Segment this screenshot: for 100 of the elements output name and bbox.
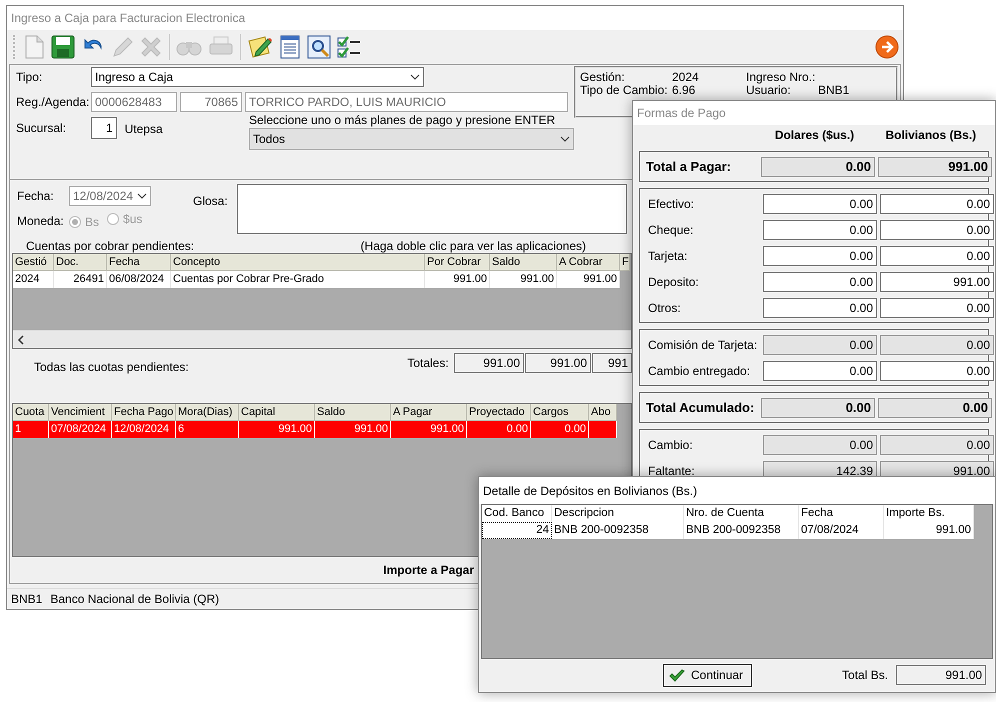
column-header[interactable]: Nro. de Cuenta bbox=[684, 505, 799, 522]
column-header[interactable]: Concepto bbox=[171, 254, 425, 271]
info-label: Ingreso Nro.: bbox=[746, 71, 816, 84]
column-header[interactable]: Doc. bbox=[54, 254, 107, 271]
totals-label: Totales: bbox=[407, 356, 450, 370]
checkmark-icon bbox=[669, 668, 685, 682]
column-header[interactable]: Vencimient bbox=[49, 404, 112, 421]
column-header[interactable]: Fecha Pago bbox=[112, 404, 176, 421]
amount-field[interactable]: 0.00 bbox=[763, 298, 877, 318]
column-header[interactable]: Gestió bbox=[13, 254, 54, 271]
field-label: Cambio: bbox=[647, 438, 694, 452]
table-cell: 991.00 bbox=[315, 421, 391, 438]
amount-field: 0.00 bbox=[761, 398, 875, 418]
amount-field[interactable]: 0.00 bbox=[763, 246, 877, 266]
info-value: 2024 bbox=[672, 70, 699, 84]
table-cell: 0.00 bbox=[531, 421, 589, 438]
chevron-down-icon[interactable] bbox=[410, 74, 420, 80]
field-label: Otros: bbox=[647, 300, 682, 314]
amount-field[interactable]: 0.00 bbox=[763, 360, 877, 380]
table-cell: 12/08/2024 bbox=[112, 421, 176, 438]
column-header[interactable]: Importe Bs. bbox=[884, 505, 974, 522]
amount-field[interactable]: 0.00 bbox=[880, 220, 994, 240]
amount-field: 0.00 bbox=[761, 156, 875, 176]
amount-field[interactable]: 0.00 bbox=[763, 220, 877, 240]
continue-button[interactable]: Continuar bbox=[663, 664, 752, 687]
table-cell: Cuentas por Cobrar Pre-Grado bbox=[171, 271, 425, 288]
column-header[interactable]: Abo bbox=[589, 404, 617, 421]
column-header[interactable]: Por Cobrar bbox=[425, 254, 490, 271]
column-header[interactable]: A Cobrar bbox=[557, 254, 620, 271]
table-cell: 1 bbox=[13, 421, 49, 438]
column-header[interactable]: F bbox=[620, 254, 630, 271]
info-value: BNB1 bbox=[818, 83, 850, 97]
table-cell: 991.00 bbox=[884, 522, 974, 539]
field-label: Tipo: bbox=[16, 70, 44, 84]
amount-field[interactable]: 0.00 bbox=[880, 360, 994, 380]
list-icon[interactable] bbox=[279, 35, 301, 59]
table-cell: 06/08/2024 bbox=[107, 271, 171, 288]
column-header[interactable]: Mora(Dias) bbox=[176, 404, 239, 421]
preview-icon[interactable] bbox=[307, 35, 331, 59]
column-header[interactable]: Capital bbox=[239, 404, 315, 421]
table-row[interactable]: 1 07/08/2024 12/08/2024 6 991.00 991.00 991.00 0.00 0.00 bbox=[13, 421, 617, 438]
column-header[interactable]: Saldo bbox=[490, 254, 557, 271]
field-label: Sucursal: bbox=[16, 120, 68, 135]
column-header[interactable]: Fecha bbox=[107, 254, 171, 271]
column-header[interactable]: Cargos bbox=[531, 404, 589, 421]
info-label: Gestión: bbox=[580, 71, 626, 84]
notes-field[interactable] bbox=[236, 184, 627, 234]
column-header[interactable]: Cod. Banco bbox=[482, 505, 552, 522]
status-text: BNB1 bbox=[11, 592, 42, 606]
field-label: Cheque: bbox=[647, 222, 694, 236]
input-field[interactable]: 1 bbox=[91, 117, 117, 139]
amount-field[interactable]: 0.00 bbox=[880, 194, 994, 214]
info-label: Usuario: bbox=[746, 84, 792, 97]
amount-field[interactable]: 991.00 bbox=[880, 272, 994, 292]
column-header[interactable]: Descripcion bbox=[552, 505, 684, 522]
hint-text: (Haga doble clic para ver las aplicaciones) bbox=[360, 239, 586, 253]
column-header[interactable]: Saldo bbox=[315, 404, 391, 421]
field-label: Efectivo: bbox=[647, 196, 696, 210]
amount-field[interactable]: 0.00 bbox=[880, 298, 994, 318]
total-field: 991.00 bbox=[454, 353, 524, 373]
table-cell: 24 bbox=[482, 522, 552, 539]
checklist-icon[interactable] bbox=[337, 35, 361, 59]
table-cell: BNB 200-0092358 bbox=[552, 522, 684, 539]
input-field[interactable]: 0000628483 bbox=[91, 92, 177, 112]
status-text: Banco Nacional de Bolivia (QR) bbox=[50, 592, 220, 606]
amount-field: 0.00 bbox=[880, 434, 994, 454]
arrow-right-icon[interactable] bbox=[875, 35, 899, 59]
type-dropdown[interactable]: Ingreso a Caja bbox=[91, 67, 424, 87]
info-label: Tipo de Cambio: bbox=[580, 84, 669, 97]
total-field: 991 bbox=[592, 353, 632, 373]
scroll-left-icon[interactable] bbox=[17, 334, 25, 344]
table-cell: 991.00 bbox=[490, 271, 557, 288]
field-label: Glosa: bbox=[193, 193, 228, 210]
hint-text: Seleccione uno o más planes de pago y presione ENTER bbox=[249, 113, 556, 127]
column-header: Dolares ($us.) bbox=[774, 128, 856, 142]
field-label: Cambio entregado: bbox=[647, 364, 752, 378]
field-label: Total a Pagar: bbox=[645, 159, 732, 174]
table-cell: 0.00 bbox=[467, 421, 531, 438]
column-header[interactable]: Fecha bbox=[799, 505, 884, 522]
amount-field[interactable]: 0.00 bbox=[763, 194, 877, 214]
amount-field: 0.00 bbox=[763, 434, 877, 454]
amount-field: 0.00 bbox=[763, 334, 877, 354]
field-label: Moneda: bbox=[17, 214, 65, 228]
amount-field[interactable]: 0.00 bbox=[880, 246, 994, 266]
column-header[interactable]: Proyectado bbox=[467, 404, 531, 421]
input-field[interactable]: TORRICO PARDO, LUIS MAURICIO bbox=[245, 92, 568, 112]
input-field[interactable]: 70865 bbox=[180, 92, 242, 112]
column-header[interactable]: A Pagar bbox=[391, 404, 467, 421]
amount-field: 0.00 bbox=[880, 334, 994, 354]
window-title: Ingreso a Caja para Facturacion Electronica bbox=[11, 11, 246, 25]
table-cell: 991.00 bbox=[557, 271, 620, 288]
dialog-title: Formas de Pago bbox=[637, 106, 726, 120]
table-cell: 26491 bbox=[54, 271, 107, 288]
column-header[interactable]: Cuota bbox=[13, 404, 49, 421]
amount-field[interactable]: 0.00 bbox=[763, 272, 877, 292]
chevron-down-icon[interactable] bbox=[560, 136, 570, 142]
save-icon[interactable] bbox=[51, 35, 75, 59]
plan-dropdown[interactable]: Todos bbox=[249, 128, 574, 150]
notepad-icon[interactable] bbox=[247, 35, 273, 59]
column-header: Bolivianos (Bs.) bbox=[884, 128, 978, 142]
